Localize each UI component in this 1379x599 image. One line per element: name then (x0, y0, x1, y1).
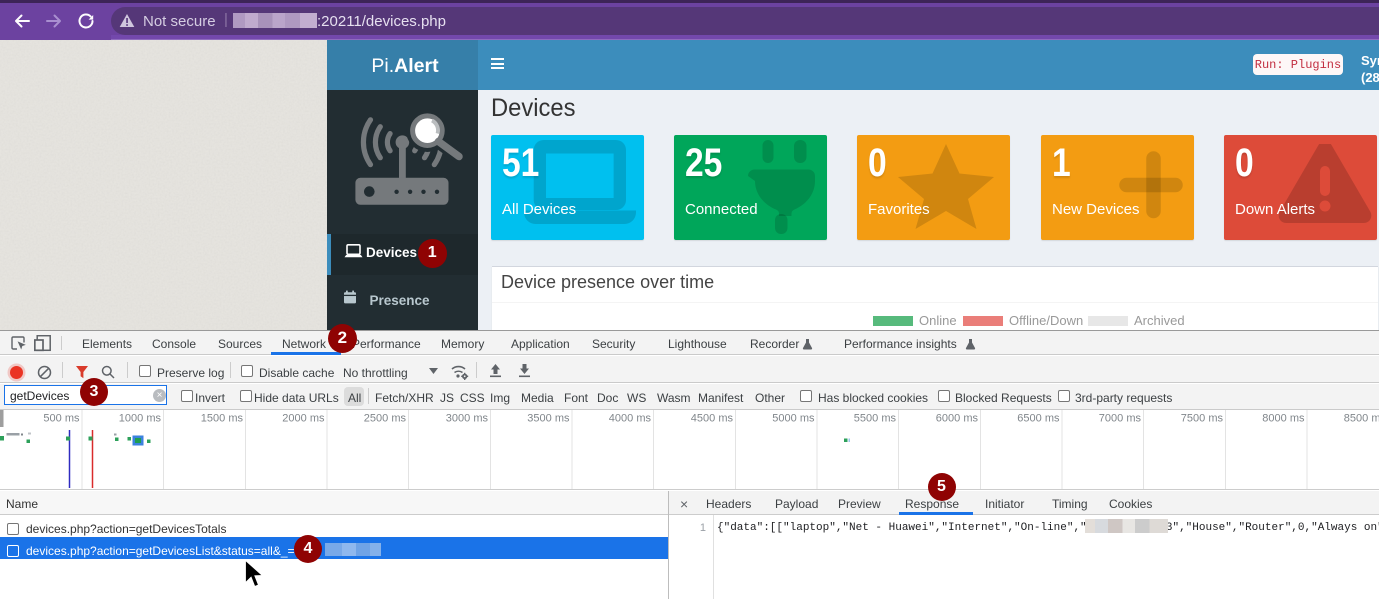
svg-text:6000 ms: 6000 ms (936, 413, 979, 425)
svg-text:4000 ms: 4000 ms (609, 413, 652, 425)
svg-text:7000 ms: 7000 ms (1099, 413, 1142, 425)
svg-text:3000 ms: 3000 ms (446, 413, 489, 425)
svg-text:4500 ms: 4500 ms (691, 413, 734, 425)
svg-text:8000 ms: 8000 ms (1262, 413, 1305, 425)
svg-text:1000 ms: 1000 ms (119, 413, 162, 425)
svg-text:6500 ms: 6500 ms (1017, 413, 1060, 425)
svg-text:7500 ms: 7500 ms (1181, 413, 1224, 425)
svg-text:2500 ms: 2500 ms (364, 413, 407, 425)
svg-text:2000 ms: 2000 ms (282, 413, 325, 425)
svg-text:5500 ms: 5500 ms (854, 413, 897, 425)
svg-text:5000 ms: 5000 ms (772, 413, 815, 425)
svg-text:500 ms: 500 ms (43, 413, 80, 425)
svg-text:3500 ms: 3500 ms (527, 413, 570, 425)
svg-text:1500 ms: 1500 ms (201, 413, 244, 425)
svg-text:8500 ms: 8500 ms (1344, 413, 1379, 425)
